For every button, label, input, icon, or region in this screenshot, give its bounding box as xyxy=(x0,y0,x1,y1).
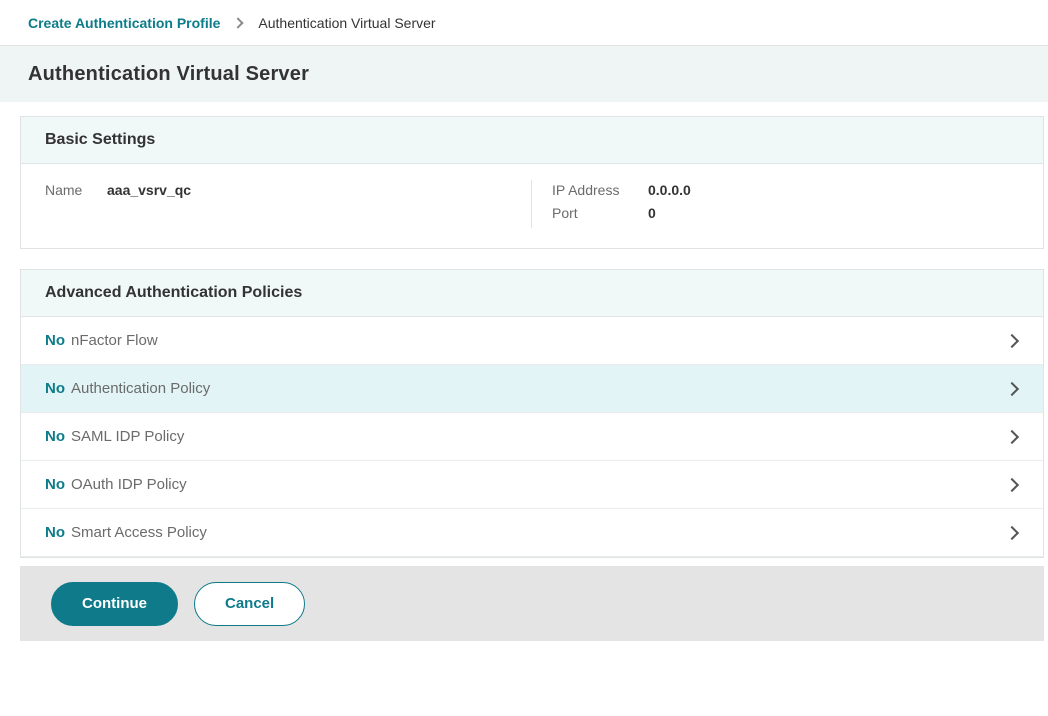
ip-address-field: IP Address 0.0.0.0 xyxy=(552,182,1043,198)
advanced-policies-header: Advanced Authentication Policies xyxy=(21,270,1043,317)
chevron-right-icon xyxy=(1005,381,1019,395)
policy-row-saml-idp-policy[interactable]: No SAML IDP Policy xyxy=(21,413,1043,461)
advanced-policies-panel: Advanced Authentication Policies NonFact… xyxy=(20,269,1044,558)
basic-settings-title: Basic Settings xyxy=(45,131,155,149)
policy-row-label: No Smart Access Policy xyxy=(45,524,207,541)
main-content: Basic Settings Name aaa_vsrv_qc IP Addre… xyxy=(0,102,1048,558)
policy-name: nFactor Flow xyxy=(71,332,158,349)
basic-settings-header: Basic Settings xyxy=(21,117,1043,164)
policy-name: SAML IDP Policy xyxy=(71,428,184,445)
policy-row-nfactor-flow[interactable]: No nFactor Flow xyxy=(21,317,1043,365)
chevron-right-icon xyxy=(233,17,244,28)
port-label: Port xyxy=(552,205,648,221)
policy-count: No xyxy=(45,428,65,445)
policy-row-smart-access-policy[interactable]: No Smart Access Policy xyxy=(21,509,1043,557)
ip-address-label: IP Address xyxy=(552,182,648,198)
policy-row-authentication-policy[interactable]: No Authentication Policy xyxy=(21,365,1043,413)
breadcrumb-current: Authentication Virtual Server xyxy=(258,15,435,31)
port-value: 0 xyxy=(648,205,656,221)
page-title-bar: Authentication Virtual Server xyxy=(0,46,1048,102)
policy-row-label: No SAML IDP Policy xyxy=(45,428,184,445)
breadcrumb-link-create-authentication-profile[interactable]: Create Authentication Profile xyxy=(28,15,220,31)
policy-name: Smart Access Policy xyxy=(71,524,207,541)
footer-action-bar: Continue Cancel xyxy=(20,566,1044,641)
chevron-right-icon xyxy=(1005,333,1019,347)
policy-row-label: No OAuth IDP Policy xyxy=(45,476,187,493)
policy-row-oauth-idp-policy[interactable]: No OAuth IDP Policy xyxy=(21,461,1043,509)
cancel-button[interactable]: Cancel xyxy=(194,582,305,626)
policy-count: No xyxy=(45,332,65,349)
policy-name: OAuth IDP Policy xyxy=(71,476,187,493)
policy-count: No xyxy=(45,524,65,541)
address-fields: IP Address 0.0.0.0 Port 0 xyxy=(531,180,1043,228)
policy-count: No xyxy=(45,476,65,493)
name-value: aaa_vsrv_qc xyxy=(107,182,191,228)
policy-row-label: No nFactor Flow xyxy=(45,332,158,349)
port-field: Port 0 xyxy=(552,205,1043,221)
policy-count: No xyxy=(45,380,65,397)
advanced-policies-title: Advanced Authentication Policies xyxy=(45,284,302,302)
basic-settings-panel: Basic Settings Name aaa_vsrv_qc IP Addre… xyxy=(20,116,1044,249)
chevron-right-icon xyxy=(1005,477,1019,491)
policy-name: Authentication Policy xyxy=(71,380,210,397)
chevron-right-icon xyxy=(1005,429,1019,443)
name-field: Name aaa_vsrv_qc xyxy=(21,180,531,228)
ip-address-value: 0.0.0.0 xyxy=(648,182,691,198)
policy-row-label: No Authentication Policy xyxy=(45,380,210,397)
chevron-right-icon xyxy=(1005,525,1019,539)
continue-button[interactable]: Continue xyxy=(51,582,178,626)
name-label: Name xyxy=(45,182,107,228)
page-title: Authentication Virtual Server xyxy=(28,63,309,86)
basic-settings-body: Name aaa_vsrv_qc IP Address 0.0.0.0 Port… xyxy=(21,164,1043,248)
breadcrumb: Create Authentication Profile Authentica… xyxy=(0,0,1048,46)
